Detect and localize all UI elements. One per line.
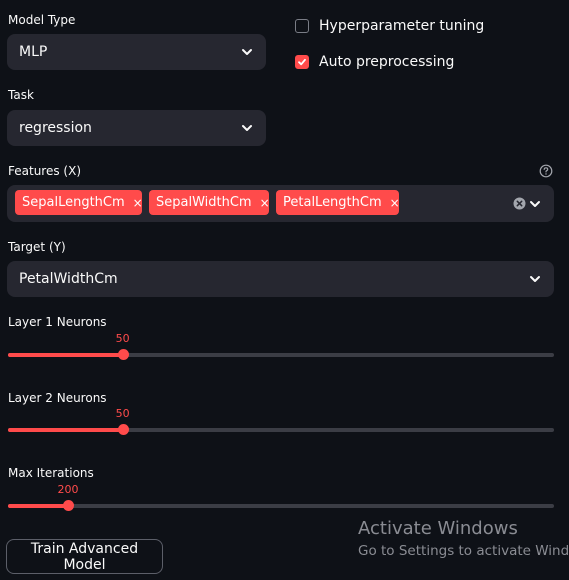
features-label: Features (X) [8,164,81,178]
hyperparameter-tuning-checkbox[interactable] [295,19,309,33]
auto-preprocessing-checkbox[interactable] [295,55,309,69]
layer1-neurons-label: Layer 1 Neurons [8,315,107,329]
remove-chip-icon[interactable]: × [260,196,270,210]
hyperparameter-tuning-checkbox-row[interactable]: Hyperparameter tuning [295,18,484,34]
chevron-down-icon [530,200,540,207]
feature-chip-label: SepalWidthCm [156,195,252,210]
hyperparameter-tuning-label: Hyperparameter tuning [319,18,485,34]
slider-fill [8,428,123,432]
auto-preprocessing-checkbox-row[interactable]: Auto preprocessing [295,54,454,70]
target-select[interactable]: PetalWidthCm [7,261,554,297]
activate-windows-watermark: Activate Windows [358,518,518,539]
task-value: regression [19,120,92,136]
slider-fill [8,504,69,508]
model-type-select[interactable]: MLP [7,34,266,70]
feature-chip-label: SepalLengthCm [22,195,125,210]
layer1-neurons-slider[interactable]: 50 [8,332,554,360]
layer2-neurons-slider[interactable]: 50 [8,407,554,435]
clear-all-icon[interactable] [513,197,526,210]
slider-value: 50 [115,407,130,420]
feature-chip[interactable]: SepalLengthCm × [15,190,143,215]
train-advanced-model-button[interactable]: Train Advanced Model [6,539,163,574]
task-select[interactable]: regression [7,110,266,146]
help-circle-icon[interactable] [539,164,553,178]
model-type-value: MLP [19,44,48,60]
feature-chip[interactable]: PetalLengthCm × [276,190,400,215]
max-iterations-label: Max Iterations [8,466,94,480]
feature-chip[interactable]: SepalWidthCm × [149,190,270,215]
chevron-down-icon [530,276,540,282]
auto-preprocessing-label: Auto preprocessing [319,54,455,70]
max-iterations-slider[interactable]: 200 [8,483,554,511]
slider-thumb[interactable] [63,500,75,511]
feature-chip-label: PetalLengthCm [283,195,382,210]
slider-thumb[interactable] [117,349,129,360]
slider-value: 50 [115,332,130,345]
model-type-label: Model Type [8,13,76,27]
target-label: Target (Y) [8,240,66,254]
remove-chip-icon[interactable]: × [133,196,143,210]
slider-fill [8,353,123,357]
chevron-down-icon [242,125,252,131]
task-label: Task [8,88,34,102]
activate-windows-subtext: Go to Settings to activate Windo [358,543,569,559]
chevron-down-icon [242,49,252,55]
slider-value: 200 [57,483,79,496]
target-value: PetalWidthCm [19,271,118,287]
layer2-neurons-label: Layer 2 Neurons [8,391,107,405]
remove-chip-icon[interactable]: × [390,196,400,210]
slider-thumb[interactable] [117,424,129,435]
checkmark-icon [298,58,306,66]
